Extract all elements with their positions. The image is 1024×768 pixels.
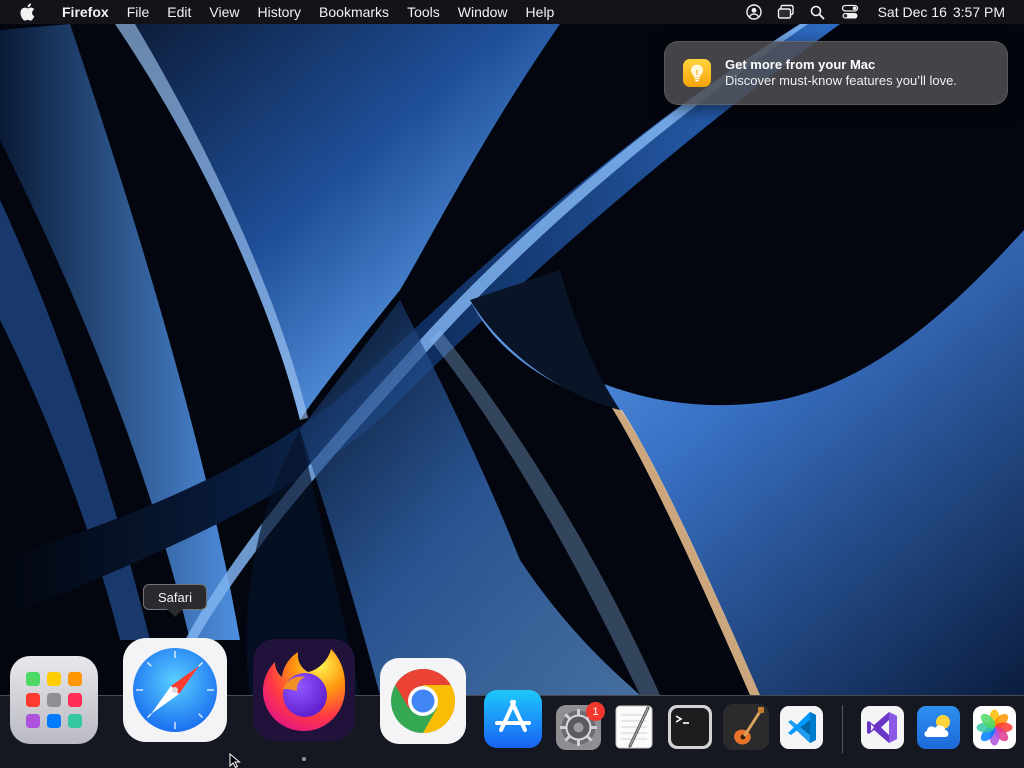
terminal-icon[interactable]	[668, 705, 712, 749]
firefox-icon[interactable]	[253, 639, 355, 741]
search-icon[interactable]	[808, 2, 828, 22]
menu-file[interactable]: File	[118, 0, 159, 24]
dock-tooltip: Safari	[143, 584, 207, 610]
textedit-icon[interactable]	[612, 704, 657, 750]
menu-firefox[interactable]: Firefox	[53, 0, 118, 24]
menu-history[interactable]: History	[248, 0, 310, 24]
notification-body: Discover must-know features you’ll love.	[725, 73, 957, 88]
safari-icon[interactable]	[123, 638, 227, 742]
dock-separator	[842, 705, 843, 753]
menu-help[interactable]: Help	[517, 0, 564, 24]
clock-time: 3:57 PM	[952, 4, 1005, 20]
lightbulb-icon	[683, 59, 711, 87]
firefox-running-indicator	[302, 757, 306, 761]
clock-date: Sat Dec 16	[877, 4, 947, 20]
screen-mirroring-icon[interactable]	[776, 2, 796, 22]
garageband-icon[interactable]	[723, 704, 769, 750]
menu-tools[interactable]: Tools	[398, 0, 449, 24]
apple-logo-icon[interactable]	[18, 3, 36, 21]
notification-badge: 1	[586, 702, 605, 721]
menu-window[interactable]: Window	[449, 0, 517, 24]
user-account-icon[interactable]	[744, 2, 764, 22]
menu-edit[interactable]: Edit	[158, 0, 200, 24]
mouse-cursor-icon	[229, 753, 241, 768]
menu-bar: Firefox File Edit View History Bookmarks…	[0, 0, 1024, 24]
desktop[interactable]: Firefox File Edit View History Bookmarks…	[0, 0, 1024, 768]
visual-studio-icon[interactable]	[861, 706, 904, 749]
chrome-icon[interactable]	[380, 658, 466, 744]
vscode-icon[interactable]	[780, 706, 823, 749]
launchpad-icon[interactable]	[10, 656, 98, 744]
weather-icon[interactable]	[917, 706, 960, 749]
app-store-icon[interactable]	[484, 690, 542, 748]
control-center-icon[interactable]	[840, 2, 860, 22]
photos-icon[interactable]	[973, 706, 1016, 749]
notification-banner[interactable]: Get more from your Mac Discover must-kno…	[664, 41, 1008, 105]
menu-bar-clock[interactable]: Sat Dec 16 3:57 PM	[866, 4, 1024, 20]
notification-title: Get more from your Mac	[725, 57, 876, 72]
tooltip-arrow	[167, 609, 183, 617]
menu-view[interactable]: View	[200, 0, 248, 24]
menu-bookmarks[interactable]: Bookmarks	[310, 0, 398, 24]
